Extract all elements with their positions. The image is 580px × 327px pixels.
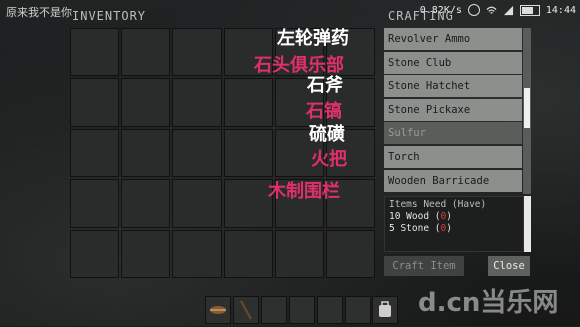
requirement-have: 0	[440, 223, 447, 234]
inventory-slot[interactable]	[121, 229, 171, 278]
requirements-panel: Items Need (Have) 10 Wood (0) 5 Stone (0…	[384, 196, 524, 252]
inventory-slot[interactable]	[172, 128, 222, 178]
overlay-label-stone-hatchet: 石斧	[307, 75, 343, 96]
hotbar-slot[interactable]	[289, 296, 315, 324]
requirement-text: 5 Stone	[389, 223, 435, 234]
inventory-slot[interactable]	[172, 28, 222, 77]
crafting-list: Revolver Ammo Stone Club Stone Hatchet S…	[384, 28, 522, 194]
crafting-title: CRAFTING	[388, 9, 454, 23]
requirements-scrollbar[interactable]	[524, 196, 531, 252]
requirement-line: 5 Stone (0)	[389, 223, 452, 234]
craft-item-stone-pickaxe[interactable]: Stone Pickaxe	[384, 98, 522, 121]
signal-icon	[503, 5, 514, 16]
inventory-slot[interactable]	[121, 28, 171, 77]
arrow-icon	[210, 306, 226, 314]
inventory-slot[interactable]	[121, 128, 171, 178]
wifi-icon	[486, 5, 497, 16]
inventory-slot[interactable]	[121, 78, 171, 127]
overlay-label-revolver-ammo: 左轮弹药	[277, 28, 349, 49]
backpack-icon	[379, 301, 391, 317]
clock-time: 14:44	[545, 4, 576, 16]
crafting-scroll-thumb[interactable]	[524, 88, 530, 128]
hotbar-slot[interactable]	[317, 296, 343, 324]
requirements-header: Items Need (Have)	[389, 199, 487, 210]
inventory-slot[interactable]	[172, 179, 222, 228]
craft-item-wooden-barricade[interactable]: Wooden Barricade	[384, 169, 522, 192]
site-watermark: d.cn当乐网	[418, 288, 559, 318]
inventory-slot[interactable]	[172, 229, 222, 278]
inventory-title: INVENTORY	[72, 9, 147, 23]
alarm-icon	[467, 4, 480, 16]
inventory-slot[interactable]	[70, 78, 120, 127]
battery-icon	[519, 4, 540, 16]
bow-icon	[240, 300, 252, 320]
inventory-slot[interactable]	[223, 229, 273, 278]
inventory-slot[interactable]	[70, 229, 120, 278]
inventory-slot[interactable]	[223, 128, 273, 178]
inventory-slot[interactable]	[70, 179, 120, 228]
craft-item-stone-club[interactable]: Stone Club	[384, 51, 522, 74]
inventory-slot[interactable]	[325, 229, 375, 278]
hotbar-slot[interactable]	[345, 296, 371, 324]
inventory-slot[interactable]	[223, 78, 273, 127]
craft-item-torch[interactable]: Torch	[384, 145, 522, 168]
craft-item-stone-hatchet[interactable]: Stone Hatchet	[384, 75, 522, 98]
hotbar	[205, 296, 371, 324]
inventory-slot[interactable]	[274, 229, 324, 278]
backpack-slot[interactable]	[372, 296, 398, 324]
craft-item-button[interactable]: Craft Item	[384, 256, 464, 276]
overlay-label-torch: 火把	[311, 149, 347, 170]
inventory-slot[interactable]	[70, 28, 120, 77]
inventory-slot[interactable]	[172, 78, 222, 127]
hotbar-slot[interactable]	[233, 296, 259, 324]
hotbar-slot[interactable]	[205, 296, 231, 324]
inventory-slot[interactable]	[121, 179, 171, 228]
inventory-slot[interactable]	[223, 179, 273, 228]
close-button[interactable]: Close	[488, 256, 530, 276]
hotbar-slot[interactable]	[261, 296, 287, 324]
status-notification-text: 原来我不是你	[6, 6, 72, 19]
requirement-have: 0	[440, 211, 447, 222]
craft-item-revolver-ammo[interactable]: Revolver Ammo	[384, 28, 522, 50]
overlay-label-wooden-barricade: 木制围栏	[268, 181, 340, 202]
requirement-line: 10 Wood (0)	[389, 211, 452, 222]
inventory-slot[interactable]	[70, 128, 120, 178]
craft-item-sulfur[interactable]: Sulfur	[384, 122, 522, 145]
requirement-text: 10 Wood	[389, 211, 435, 222]
overlay-label-sulfur: 硫磺	[309, 124, 345, 145]
